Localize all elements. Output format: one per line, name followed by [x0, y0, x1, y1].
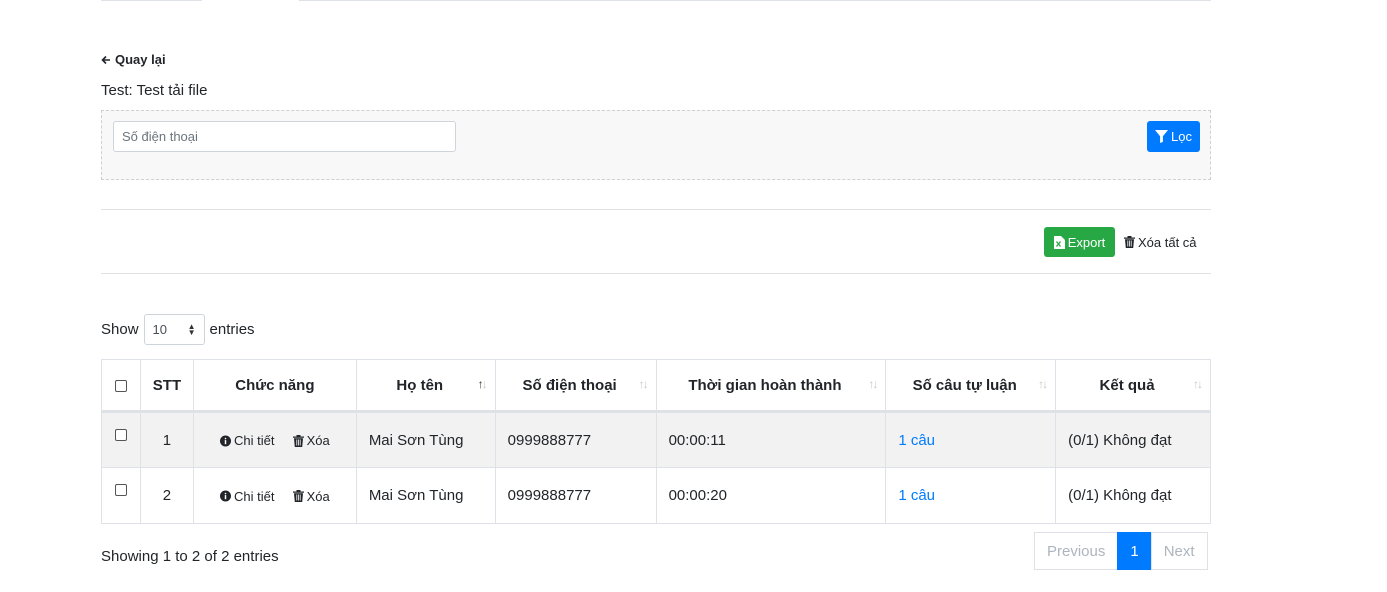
top-tab-border [101, 0, 1211, 1]
column-header-stt: STT [139, 359, 194, 413]
back-link-label: Quay lại [115, 52, 166, 67]
delete-all-label: Xóa tất cả [1138, 234, 1197, 250]
column-header-result[interactable]: Kết quả ↑↓ [1055, 359, 1211, 413]
detail-button[interactable]: Chi tiết [220, 489, 274, 504]
column-header-result-label: Kết quả [1099, 376, 1155, 394]
column-header-essay-count[interactable]: Số câu tự luận ↑↓ [885, 359, 1057, 413]
next-page-button[interactable]: Next [1150, 532, 1208, 570]
row-checkbox[interactable] [114, 428, 127, 441]
name-cell: Mai Sơn Tùng [355, 467, 496, 524]
row-checkbox[interactable] [114, 484, 127, 497]
filter-button-label: Lọc [1171, 129, 1192, 144]
entries-length-control: Show 10 ▲ ▼ entries [101, 314, 255, 345]
entries-select[interactable]: 10 ▲ ▼ [143, 314, 205, 345]
sort-asc-icon: ↑↓ [477, 377, 488, 391]
column-header-phone-label: Số điện thoại [522, 376, 617, 394]
select-arrows-icon: ▲ ▼ [187, 321, 196, 337]
column-header-completion-time[interactable]: Thời gian hoàn thành ↑↓ [655, 359, 887, 413]
sort-icon: ↑↓ [1193, 377, 1203, 391]
column-header-actions: Chức năng [192, 359, 357, 413]
excel-file-icon [1053, 235, 1065, 249]
select-all-header [101, 359, 141, 413]
entries-label: entries [209, 321, 255, 338]
result-cell: (0/1) Không đạt [1055, 467, 1211, 524]
export-button[interactable]: Export [1044, 227, 1115, 257]
delete-all-button[interactable]: Xóa tất cả [1120, 227, 1201, 257]
actions-cell: Chi tiết Xóa [192, 467, 357, 524]
table-row: 1 Chi tiết Xóa Mai Sơn Tùng 0999888777 0… [101, 411, 1211, 468]
row-select-cell [101, 467, 141, 524]
actions-cell: Chi tiết Xóa [192, 411, 357, 468]
detail-label: Chi tiết [234, 488, 275, 504]
divider [101, 273, 1211, 274]
essay-count-cell: 1 câu [885, 467, 1057, 524]
filter-button[interactable]: Lọc [1147, 121, 1200, 152]
column-header-phone[interactable]: Số điện thoại ↑↓ [494, 359, 657, 413]
export-button-label: Export [1067, 234, 1106, 250]
sort-icon: ↑↓ [868, 377, 878, 391]
essay-count-link[interactable]: 1 câu [898, 487, 935, 504]
page-title: Test: Test tải file [101, 82, 208, 99]
phone-cell: 0999888777 [494, 467, 657, 524]
delete-button[interactable]: Xóa [292, 433, 330, 449]
divider [101, 209, 1211, 210]
filter-icon [1155, 130, 1169, 143]
essay-count-link[interactable]: 1 câu [898, 432, 935, 449]
table-row: 2 Chi tiết Xóa Mai Sơn Tùng 0999888777 0… [101, 467, 1211, 524]
completion-time-cell: 00:00:11 [655, 411, 887, 468]
stt-cell: 2 [139, 467, 194, 524]
completion-time-cell: 00:00:20 [655, 467, 887, 524]
table-header-row: STT Chức năng Họ tên ↑↓ Số điện thoại ↑↓ T… [101, 359, 1211, 413]
arrow-left-icon [101, 55, 110, 64]
info-circle-icon [220, 490, 231, 502]
name-cell: Mai Sơn Tùng [355, 411, 496, 468]
result-cell: (0/1) Không đạt [1055, 411, 1211, 468]
essay-count-cell: 1 câu [885, 411, 1057, 468]
column-header-name-label: Họ tên [396, 376, 444, 394]
delete-label: Xóa [306, 488, 330, 504]
detail-label: Chi tiết [234, 433, 275, 449]
sort-icon: ↑↓ [638, 377, 649, 391]
stt-cell: 1 [139, 411, 194, 468]
previous-page-button[interactable]: Previous [1034, 532, 1119, 570]
trash-icon [1124, 236, 1135, 248]
column-header-essay-count-label: Số câu tự luận [912, 376, 1017, 394]
delete-label: Xóa [306, 433, 330, 449]
filter-panel: Lọc [101, 110, 1211, 180]
detail-button[interactable]: Chi tiết [220, 433, 274, 448]
show-label: Show [101, 321, 139, 338]
column-header-name[interactable]: Họ tên ↑↓ [355, 359, 496, 413]
phone-search-input[interactable] [113, 121, 456, 152]
trash-icon [292, 434, 304, 447]
info-circle-icon [220, 435, 231, 447]
row-select-cell [101, 411, 141, 468]
column-header-completion-time-label: Thời gian hoàn thành [688, 376, 842, 394]
phone-cell: 0999888777 [494, 411, 657, 468]
trash-icon [292, 490, 304, 503]
table-info: Showing 1 to 2 of 2 entries [101, 548, 279, 565]
select-all-checkbox[interactable] [114, 379, 127, 392]
sort-icon: ↑↓ [1038, 377, 1048, 391]
delete-button[interactable]: Xóa [292, 488, 330, 504]
results-table: STT Chức năng Họ tên ↑↓ Số điện thoại ↑↓ T… [101, 359, 1211, 524]
entries-select-value: 10 [152, 322, 167, 337]
page-1-button[interactable]: 1 [1117, 532, 1152, 570]
back-link[interactable]: Quay lại [101, 52, 166, 67]
pagination: Previous 1 Next [1034, 532, 1208, 570]
